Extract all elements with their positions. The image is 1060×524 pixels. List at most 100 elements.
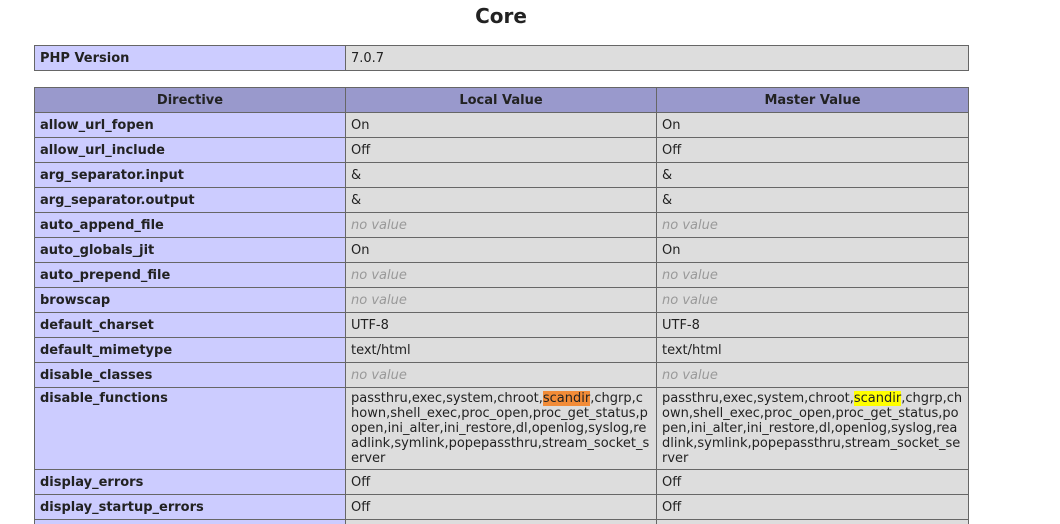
- master-value-cell: passthru,exec,system,chroot,scandir,chgr…: [656, 387, 969, 470]
- directive-name: auto_globals_jit: [34, 237, 346, 263]
- value-text: On: [662, 117, 681, 133]
- no-value-text: no value: [662, 217, 718, 233]
- value-text: &: [351, 167, 362, 183]
- master-value-cell: no value: [656, 519, 969, 524]
- local-value-cell: On: [345, 237, 657, 263]
- value-text: &: [662, 167, 673, 183]
- master-value-cell: &: [656, 187, 969, 213]
- value-text: Off: [351, 142, 371, 158]
- master-value-cell: On: [656, 112, 969, 138]
- directive-name: auto_append_file: [34, 212, 346, 238]
- no-value-text: no value: [351, 292, 407, 308]
- directive-table: Directive Local Value Master Value allow…: [34, 87, 969, 524]
- table-row: default_mimetype text/html text/html: [34, 337, 969, 363]
- master-value-cell: &: [656, 162, 969, 188]
- local-value-cell: &: [345, 162, 657, 188]
- table-row: auto_append_file no value no value: [34, 212, 969, 238]
- table-row: allow_url_include Off Off: [34, 137, 969, 163]
- no-value-text: no value: [662, 292, 718, 308]
- directive-name: allow_url_fopen: [34, 112, 346, 138]
- table-row: disable_classes no value no value: [34, 362, 969, 388]
- master-value-column-header: Master Value: [656, 87, 969, 113]
- directive-name: display_errors: [34, 469, 346, 495]
- master-value-cell: Off: [656, 469, 969, 495]
- directive-name: arg_separator.output: [34, 187, 346, 213]
- directive-name: disable_classes: [34, 362, 346, 388]
- directive-header-row: Directive Local Value Master Value: [34, 87, 969, 113]
- directive-name: doc_root: [34, 519, 346, 524]
- section-title: Core: [475, 4, 527, 28]
- php-version-label: PHP Version: [34, 45, 346, 71]
- directive-name: display_startup_errors: [34, 494, 346, 520]
- no-value-text: no value: [662, 267, 718, 283]
- directive-name: default_mimetype: [34, 337, 346, 363]
- local-value-cell: &: [345, 187, 657, 213]
- directive-name: default_charset: [34, 312, 346, 338]
- local-value-cell: text/html: [345, 337, 657, 363]
- master-value-cell: no value: [656, 362, 969, 388]
- table-row: allow_url_fopen On On: [34, 112, 969, 138]
- local-value-column-header: Local Value: [345, 87, 657, 113]
- table-row: arg_separator.input & &: [34, 162, 969, 188]
- table-row: display_startup_errors Off Off: [34, 494, 969, 520]
- local-value-cell: no value: [345, 362, 657, 388]
- value-text: Off: [351, 474, 371, 490]
- local-value-cell: Off: [345, 137, 657, 163]
- table-row: doc_rootno valueno value: [34, 519, 969, 524]
- master-value-cell: text/html: [656, 337, 969, 363]
- local-value-cell: no value: [345, 262, 657, 288]
- table-row: browscap no value no value: [34, 287, 969, 313]
- master-value-cell: Off: [656, 137, 969, 163]
- value-text: On: [351, 117, 370, 133]
- value-text: &: [351, 192, 362, 208]
- functions-text-before: passthru,exec,system,chroot,: [662, 391, 854, 406]
- value-text: Off: [351, 499, 371, 515]
- no-value-text: no value: [351, 267, 407, 283]
- search-highlight: scandir: [853, 391, 902, 406]
- directive-name: arg_separator.input: [34, 162, 346, 188]
- master-value-cell: UTF-8: [656, 312, 969, 338]
- no-value-text: no value: [351, 367, 407, 383]
- table-row: auto_globals_jit On On: [34, 237, 969, 263]
- master-value-cell: On: [656, 237, 969, 263]
- value-text: text/html: [662, 342, 722, 358]
- directive-column-header: Directive: [34, 87, 346, 113]
- no-value-text: no value: [351, 217, 407, 233]
- directive-name: allow_url_include: [34, 137, 346, 163]
- value-text: Off: [662, 474, 682, 490]
- value-text: UTF-8: [662, 317, 700, 333]
- table-row: auto_prepend_file no value no value: [34, 262, 969, 288]
- table-row: disable_functions passthru,exec,system,ch…: [34, 387, 969, 470]
- search-highlight: scandir: [542, 391, 591, 406]
- php-version-row: PHP Version 7.0.7: [34, 45, 969, 71]
- php-version-value: 7.0.7: [345, 45, 969, 71]
- local-value-cell: no value: [345, 519, 657, 524]
- local-value-cell: no value: [345, 212, 657, 238]
- table-row: default_charset UTF-8 UTF-8: [34, 312, 969, 338]
- local-value-cell: no value: [345, 287, 657, 313]
- local-value-cell: Off: [345, 494, 657, 520]
- directive-rows: allow_url_fopen On On allow_url_include Off O…: [34, 112, 969, 524]
- master-value-cell: no value: [656, 212, 969, 238]
- directive-name: browscap: [34, 287, 346, 313]
- table-row: arg_separator.output & &: [34, 187, 969, 213]
- local-value-cell: UTF-8: [345, 312, 657, 338]
- value-text: Off: [662, 499, 682, 515]
- phpinfo-page: Core PHP Version 7.0.7 Directive Local V…: [0, 0, 1060, 524]
- local-value-cell: passthru,exec,system,chroot,scandir,chgr…: [345, 387, 657, 470]
- master-value-cell: no value: [656, 262, 969, 288]
- master-value-cell: Off: [656, 494, 969, 520]
- functions-text-before: passthru,exec,system,chroot,: [351, 391, 543, 406]
- master-value-cell: no value: [656, 287, 969, 313]
- no-value-text: no value: [662, 367, 718, 383]
- value-text: On: [662, 242, 681, 258]
- local-value-cell: Off: [345, 469, 657, 495]
- value-text: On: [351, 242, 370, 258]
- value-text: UTF-8: [351, 317, 389, 333]
- php-version-table: PHP Version 7.0.7: [34, 45, 969, 71]
- directive-name: disable_functions: [34, 387, 346, 470]
- value-text: text/html: [351, 342, 411, 358]
- table-row: display_errors Off Off: [34, 469, 969, 495]
- value-text: &: [662, 192, 673, 208]
- local-value-cell: On: [345, 112, 657, 138]
